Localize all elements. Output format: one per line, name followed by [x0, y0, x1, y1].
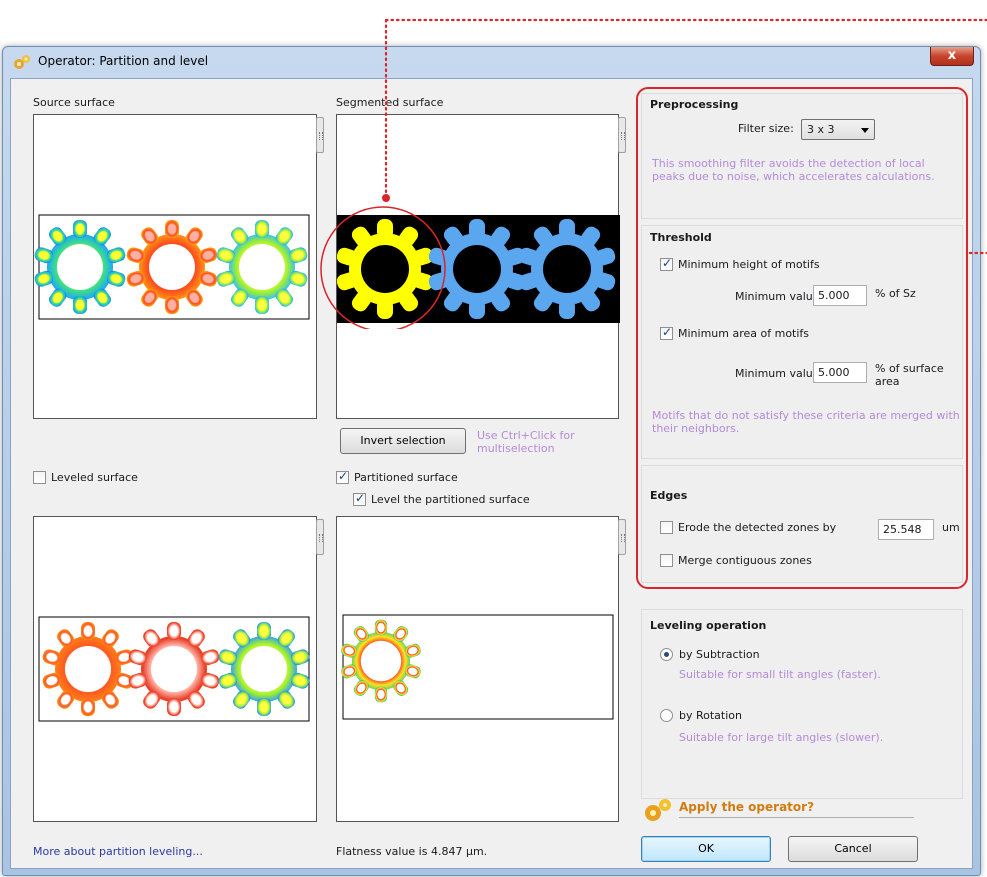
erode-checkbox[interactable] [660, 521, 673, 534]
leveling-group: Leveling operation by Subtraction Suitab… [641, 609, 963, 799]
subtraction-radio[interactable] [660, 648, 673, 661]
segmented-splitter-handle[interactable] [618, 117, 626, 153]
partitioned-surface-checkbox[interactable] [336, 469, 349, 484]
erode-input[interactable]: 25.548 [878, 519, 934, 540]
min-height-value-label: Minimum value: [735, 290, 824, 303]
leveled-surface-view[interactable] [33, 516, 317, 822]
filter-size-label: Filter size: [738, 122, 794, 135]
rotation-radio[interactable] [660, 709, 673, 722]
cancel-button[interactable]: Cancel [788, 836, 918, 862]
min-height-checkbox[interactable] [660, 256, 673, 271]
min-area-label: Minimum area of motifs [678, 327, 810, 340]
filter-hint: This smoothing filter avoids the detecti… [652, 157, 935, 183]
window-title: Operator: Partition and level [38, 54, 209, 68]
edges-title: Edges [650, 489, 688, 502]
min-area-value-label: Minimum value: [735, 367, 824, 380]
apply-operator-label: Apply the operator? [679, 800, 815, 814]
threshold-group: Threshold Minimum height of motifs Minim… [641, 225, 963, 459]
subtraction-hint: Suitable for small tilt angles (faster). [679, 668, 881, 681]
segmented-surface-label: Segmented surface [336, 96, 444, 109]
threshold-title: Threshold [650, 231, 712, 244]
min-area-input[interactable]: 5.000 [813, 362, 867, 383]
merge-zones-checkbox[interactable] [660, 554, 673, 567]
leveling-title: Leveling operation [650, 619, 767, 632]
more-about-link[interactable]: More about partition leveling... [33, 845, 203, 858]
partitioned-splitter-handle[interactable] [618, 519, 626, 555]
leveled-splitter-handle[interactable] [316, 519, 324, 555]
erode-label: Erode the detected zones by [678, 521, 837, 534]
filter-size-select[interactable]: 3 x 3 [801, 119, 875, 140]
chevron-down-icon [861, 128, 869, 133]
min-height-input[interactable]: 5.000 [813, 285, 867, 306]
ok-button[interactable]: OK [641, 836, 771, 862]
subtraction-label: by Subtraction [679, 648, 760, 661]
min-height-label: Minimum height of motifs [678, 258, 820, 271]
rotation-hint: Suitable for large tilt angles (slower). [679, 731, 884, 744]
merge-zones-label: Merge contiguous zones [678, 554, 812, 567]
erode-unit: um [942, 521, 960, 534]
multiselection-hint: Use Ctrl+Click for multiselection [477, 429, 575, 455]
operator-gear-icon [14, 55, 30, 69]
preprocessing-group: Preprocessing Filter size: 3 x 3 This sm… [641, 93, 963, 219]
source-gears-image [34, 214, 310, 320]
min-area-checkbox[interactable] [660, 325, 673, 340]
operator-window: Operator: Partition and level x Source s… [2, 46, 981, 876]
flatness-value: Flatness value is 4.847 µm. [336, 845, 488, 858]
threshold-hint: Motifs that do not satisfy these criteri… [652, 409, 960, 435]
apply-divider [679, 817, 914, 818]
min-height-unit: % of Sz [875, 287, 916, 300]
partitioned-surface-view[interactable] [336, 516, 619, 822]
preprocessing-title: Preprocessing [650, 98, 739, 111]
level-partitioned-checkbox[interactable] [353, 491, 366, 506]
edges-group: Edges Erode the detected zones by 25.548… [641, 465, 963, 583]
partitioned-surface-label: Partitioned surface [354, 471, 458, 484]
leveled-surface-label: Leveled surface [51, 471, 138, 484]
close-button[interactable]: x [930, 47, 974, 66]
level-partitioned-label: Level the partitioned surface [371, 493, 530, 506]
leveled-gears-image [38, 616, 311, 722]
dialog-body: Source surface Segmented surface Invert … [10, 78, 973, 869]
partitioned-gear-image [339, 614, 614, 720]
title-bar[interactable]: Operator: Partition and level x [3, 47, 980, 77]
source-splitter-handle[interactable] [316, 117, 324, 153]
leveled-surface-checkbox[interactable] [33, 471, 46, 484]
source-surface-view[interactable] [33, 114, 317, 419]
selection-highlight-circle [320, 206, 446, 329]
close-icon: x [947, 48, 957, 63]
apply-gears-icon [645, 799, 671, 821]
source-surface-label: Source surface [33, 96, 115, 109]
invert-selection-button[interactable]: Invert selection [340, 428, 466, 454]
rotation-label: by Rotation [679, 709, 742, 722]
min-area-unit-line2: area [875, 375, 900, 388]
filter-size-value: 3 x 3 [807, 123, 835, 136]
min-area-unit-line1: % of surface [875, 362, 944, 375]
